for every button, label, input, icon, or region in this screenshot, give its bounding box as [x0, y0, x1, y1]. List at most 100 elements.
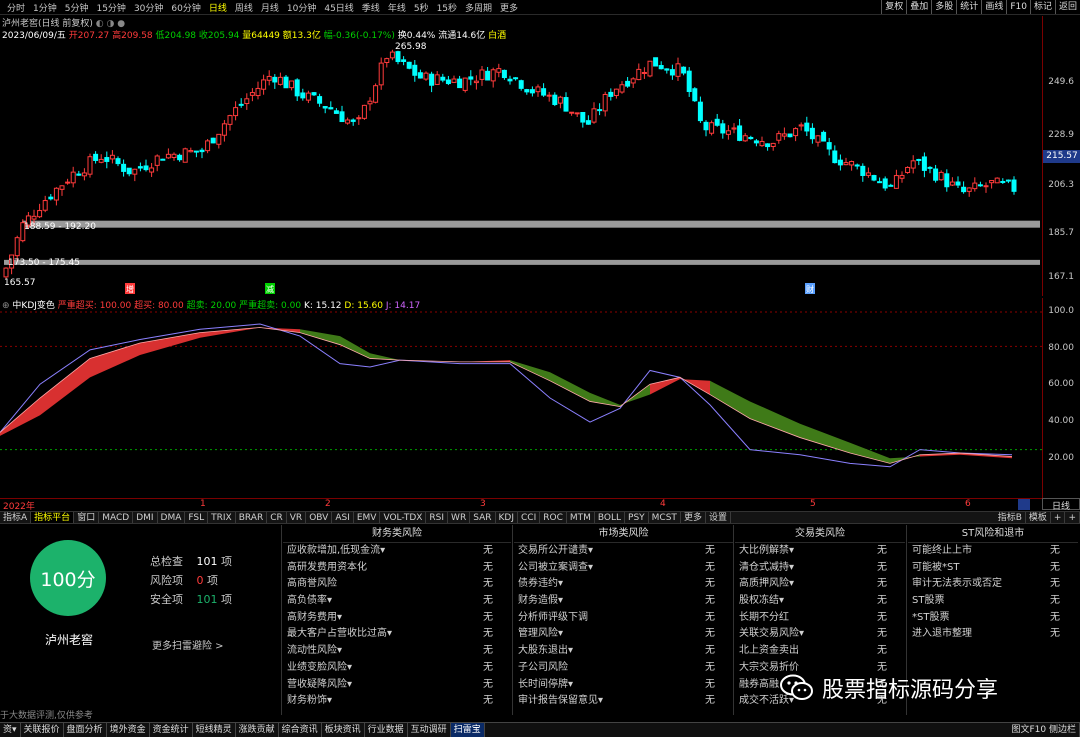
risk-item[interactable]: 高质押风险▾ 无 — [735, 576, 905, 593]
risk-item[interactable]: 股权冻结▾ 无 — [735, 593, 905, 610]
indicator-tab[interactable]: DMA — [158, 512, 186, 523]
indicator-tab[interactable]: TRIX — [208, 512, 236, 523]
risk-item[interactable]: 关联交易风险▾ 无 — [735, 626, 905, 643]
indicator-tab[interactable]: FSL — [185, 512, 209, 523]
risk-item[interactable]: *ST股票 无 — [908, 610, 1078, 627]
indicator-right-tab[interactable]: + — [1065, 512, 1080, 523]
indicator-tab[interactable]: VOL-TDX — [380, 512, 427, 523]
risk-item[interactable]: 北上资金卖出 无 — [735, 643, 905, 660]
risk-item[interactable]: 长期不分红 无 — [735, 610, 905, 627]
toolbar-button[interactable]: 统计 — [956, 0, 981, 14]
bottom-tab[interactable]: 扫雷宝 — [450, 723, 485, 737]
bottom-tab[interactable]: 关联报价 — [21, 723, 64, 737]
risk-item[interactable]: 交易所公开谴责▾ 无 — [514, 543, 733, 560]
bottom-tab[interactable]: 综合资讯 — [279, 723, 322, 737]
bottom-tab[interactable]: 互动调研 — [408, 723, 451, 737]
bottom-tab[interactable]: 资▾ — [0, 723, 21, 737]
toolbar-button[interactable]: 叠加 — [906, 0, 931, 14]
period-tab[interactable]: 更多 — [499, 1, 519, 14]
risk-item[interactable]: 管理风险▾ 无 — [514, 626, 733, 643]
indicator-tab[interactable]: 设置 — [706, 512, 731, 523]
risk-item[interactable]: 应收款增加,低现金流▾ 无 — [283, 543, 511, 560]
indicator-tab[interactable]: BRAR — [236, 512, 268, 523]
risk-item[interactable]: ST股票 无 — [908, 593, 1078, 610]
risk-item[interactable]: 营收疑降风险▾ 无 — [283, 677, 511, 694]
period-tab[interactable]: 5秒 — [413, 1, 430, 14]
day-period-button[interactable]: 日线 — [1042, 498, 1080, 512]
indicator-tab[interactable]: 指标平台 — [31, 512, 75, 523]
indicator-right-tab[interactable]: + — [1051, 512, 1066, 523]
side-panel-toggle[interactable]: 图文F10 侧边栏 — [1009, 723, 1080, 737]
toolbar-button[interactable]: 标记 — [1029, 0, 1055, 14]
risk-item[interactable]: 审计无法表示或否定 无 — [908, 576, 1078, 593]
risk-item[interactable]: 清仓式减持▾ 无 — [735, 560, 905, 577]
period-tab[interactable]: 日线 — [208, 1, 228, 14]
risk-item[interactable]: 高商誉风险 无 — [283, 576, 511, 593]
period-tab[interactable]: 5分钟 — [64, 1, 90, 14]
bottom-tab[interactable]: 短线精灵 — [193, 723, 236, 737]
risk-item[interactable]: 最大客户占营收比过高▾ 无 — [283, 626, 511, 643]
indicator-tab[interactable]: OBV — [306, 512, 333, 523]
indicator-tab[interactable]: MCST — [649, 512, 681, 523]
period-tab[interactable]: 年线 — [387, 1, 407, 14]
period-tab[interactable]: 30分钟 — [133, 1, 164, 14]
risk-item[interactable]: 进入退市整理 无 — [908, 626, 1078, 643]
bottom-tab[interactable]: 行业数据 — [365, 723, 408, 737]
risk-item[interactable]: 高财务费用▾ 无 — [283, 610, 511, 627]
bottom-tab[interactable]: 盘面分析 — [64, 723, 107, 737]
risk-item[interactable]: 流动性风险▾ 无 — [283, 643, 511, 660]
indicator-tab[interactable]: BOLL — [595, 512, 626, 523]
indicator-tab[interactable]: VR — [287, 512, 307, 523]
toolbar-button[interactable]: F10 — [1006, 0, 1030, 14]
indicator-tab[interactable]: RSI — [426, 512, 449, 523]
indicator-tab[interactable]: 更多 — [681, 512, 706, 523]
indicator-tab[interactable]: ASI — [332, 512, 354, 523]
period-tab[interactable]: 1分钟 — [32, 1, 58, 14]
indicator-tab[interactable]: CR — [267, 512, 287, 523]
risk-item[interactable]: 债券违约▾ 无 — [514, 576, 733, 593]
period-tab[interactable]: 45日线 — [323, 1, 354, 14]
period-tab[interactable]: 15秒 — [436, 1, 458, 14]
indicator-tab[interactable]: ROC — [540, 512, 567, 523]
period-tab[interactable]: 周线 — [234, 1, 254, 14]
period-tab[interactable]: 季线 — [361, 1, 381, 14]
more-scan-link[interactable]: 更多扫雷避险 > — [152, 637, 224, 652]
toolbar-button[interactable]: 复权 — [881, 0, 906, 14]
indicator-tab[interactable]: MACD — [99, 512, 134, 523]
indicator-tab[interactable]: PSY — [625, 512, 649, 523]
indicator-tab[interactable]: WR — [448, 512, 471, 523]
risk-item[interactable]: 高负债率▾ 无 — [283, 593, 511, 610]
risk-item[interactable]: 大比例解禁▾ 无 — [735, 543, 905, 560]
indicator-tab[interactable]: SAR — [470, 512, 496, 523]
indicator-tab[interactable]: KDJ — [496, 512, 518, 523]
toolbar-button[interactable]: 返回 — [1054, 0, 1080, 14]
risk-item[interactable]: 分析师评级下调 无 — [514, 610, 733, 627]
bottom-tab[interactable]: 资金统计 — [150, 723, 193, 737]
period-tab[interactable]: 月线 — [260, 1, 280, 14]
indicator-tab[interactable]: 窗口 — [74, 512, 100, 523]
risk-item[interactable]: 财务粉饰▾ 无 — [283, 693, 511, 710]
indicator-tab[interactable]: CCI — [518, 512, 541, 523]
risk-item[interactable]: 可能终止上市 无 — [908, 543, 1078, 560]
period-tab[interactable]: 60分钟 — [170, 1, 201, 14]
indicator-tab[interactable]: DMI — [133, 512, 158, 523]
indicator-right-tab[interactable]: 模板 — [1026, 512, 1051, 523]
risk-item[interactable]: 财务造假▾ 无 — [514, 593, 733, 610]
risk-item[interactable]: 业绩变脸风险▾ 无 — [283, 660, 511, 677]
toolbar-button[interactable]: 多股 — [931, 0, 956, 14]
bottom-tab[interactable]: 涨跌贡献 — [236, 723, 279, 737]
period-tab[interactable]: 多周期 — [464, 1, 493, 14]
indicator-right-tab[interactable]: 指标B — [995, 512, 1026, 523]
risk-item[interactable]: 长时间停牌▾ 无 — [514, 677, 733, 694]
risk-item[interactable]: 公司被立案调查▾ 无 — [514, 560, 733, 577]
period-tab[interactable]: 15分钟 — [95, 1, 126, 14]
candlestick-chart[interactable]: 265.98 188.59 - 192.20 173.50 - 175.45 165.… — [0, 40, 1042, 296]
bottom-tab[interactable]: 境外资金 — [107, 723, 150, 737]
indicator-tab[interactable]: EMV — [354, 512, 381, 523]
period-tab[interactable]: 10分钟 — [286, 1, 317, 14]
bottom-tab[interactable]: 板块资讯 — [322, 723, 365, 737]
risk-item[interactable]: 大股东退出▾ 无 — [514, 643, 733, 660]
kdj-chart[interactable] — [0, 308, 1042, 498]
indicator-tab[interactable]: MTM — [567, 512, 595, 523]
risk-item[interactable]: 审计报告保留意见▾ 无 — [514, 693, 733, 710]
